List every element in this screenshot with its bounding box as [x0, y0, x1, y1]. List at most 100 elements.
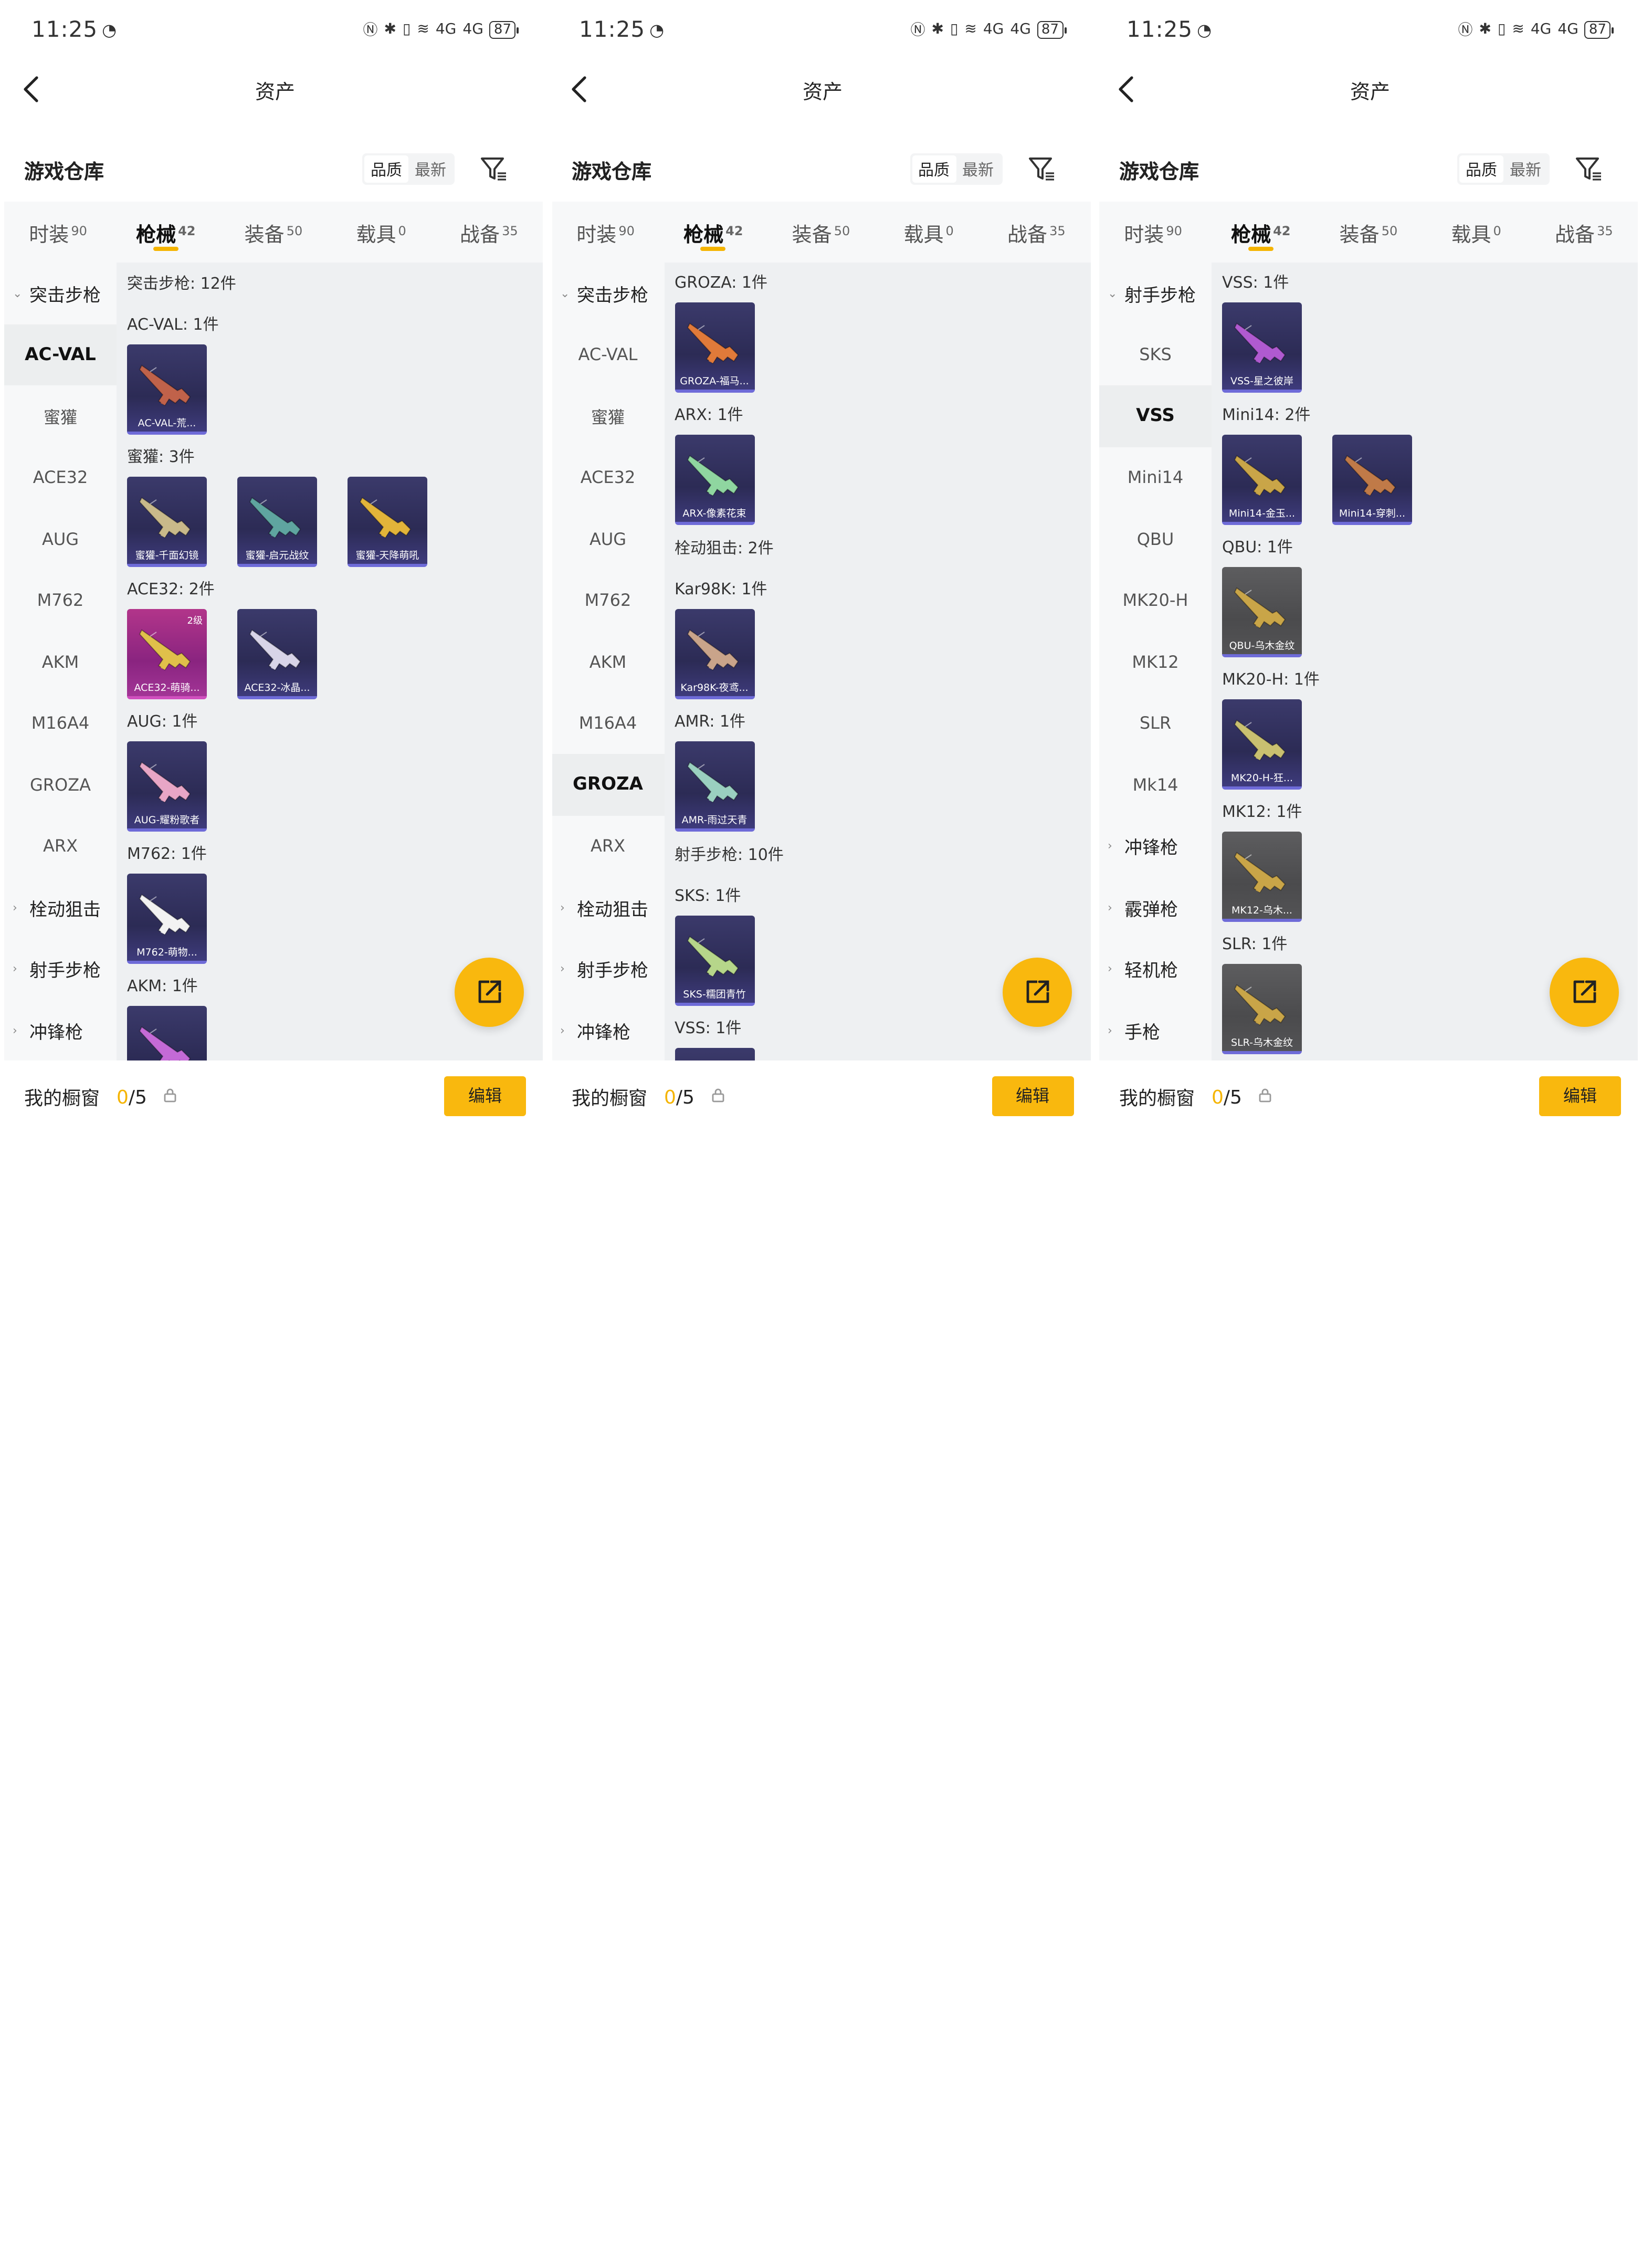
- sidebar-item-label: 射手步枪: [29, 961, 101, 982]
- skin-card[interactable]: Mini14-穿刺...: [1332, 435, 1412, 525]
- sidebar-group[interactable]: ⌄ 突击步枪: [552, 262, 664, 324]
- skin-card[interactable]: AC-VAL-荒...: [127, 344, 207, 435]
- sidebar-item[interactable]: Mini14: [1099, 447, 1212, 508]
- skin-card[interactable]: 2级 ACE32-萌骑...: [127, 609, 207, 699]
- sidebar-item[interactable]: ARX: [552, 815, 664, 877]
- sidebar-item[interactable]: 蜜獾: [552, 385, 664, 447]
- filter-icon[interactable]: [1574, 154, 1603, 184]
- share-button[interactable]: [1002, 958, 1071, 1027]
- sort-latest-button[interactable]: 最新: [1503, 155, 1548, 183]
- sidebar-item[interactable]: AKM: [4, 631, 117, 692]
- sidebar-item-label: M762: [37, 590, 84, 611]
- skin-card[interactable]: QBU-乌木金纹: [1222, 567, 1302, 657]
- skin-card[interactable]: AUG-耀粉歌者: [127, 741, 207, 832]
- sidebar-item[interactable]: AUG: [552, 508, 664, 570]
- tab-0[interactable]: 时装 90: [1099, 202, 1207, 262]
- sort-latest-button[interactable]: 最新: [408, 155, 452, 183]
- tab-2[interactable]: 装备 50: [767, 202, 875, 262]
- filter-icon[interactable]: [1026, 154, 1056, 184]
- showcase-current: 0: [1212, 1086, 1224, 1108]
- status-time: 11:25 ◔: [579, 17, 665, 42]
- sort-quality-button[interactable]: 品质: [1459, 155, 1504, 183]
- sidebar-item[interactable]: SKS: [1099, 324, 1212, 385]
- tab-3[interactable]: 载具 0: [875, 202, 983, 262]
- edit-button[interactable]: 编辑: [1539, 1076, 1621, 1116]
- sidebar-group[interactable]: › 冲锋枪: [1099, 815, 1212, 877]
- sidebar-item[interactable]: QBU: [1099, 508, 1212, 570]
- tab-4[interactable]: 战备 35: [983, 202, 1090, 262]
- sidebar-group[interactable]: › 冲锋枪: [552, 1000, 664, 1060]
- tab-1[interactable]: 枪械 42: [112, 202, 219, 262]
- sidebar-group[interactable]: › 栓动狙击: [552, 877, 664, 938]
- skin-card[interactable]: Kar98K-夜鸢...: [675, 609, 754, 699]
- sidebar-item[interactable]: MK12: [1099, 631, 1212, 692]
- sidebar-group[interactable]: › 射手步枪: [4, 938, 117, 1000]
- tab-4[interactable]: 战备 35: [435, 202, 543, 262]
- sidebar-group[interactable]: › 霰弹枪: [1099, 877, 1212, 938]
- back-arrow-icon[interactable]: [1114, 74, 1145, 105]
- sidebar-item[interactable]: VSS: [1099, 385, 1212, 447]
- sidebar-group[interactable]: ⌄ 射手步枪: [1099, 262, 1212, 324]
- sidebar-item[interactable]: GROZA: [4, 754, 117, 815]
- skin-card[interactable]: SLR-乌木金纹: [1222, 964, 1302, 1054]
- edit-button[interactable]: 编辑: [992, 1076, 1073, 1116]
- skin-card[interactable]: ARX-像素花束: [675, 435, 754, 525]
- filter-icon[interactable]: [479, 154, 508, 184]
- sidebar-item[interactable]: ARX: [4, 815, 117, 877]
- sidebar-item[interactable]: M16A4: [552, 692, 664, 754]
- sidebar-item[interactable]: ACE32: [552, 447, 664, 508]
- skin-card[interactable]: VSS-星之彼岸: [1222, 302, 1302, 393]
- skin-card[interactable]: Mini14-金玉...: [1222, 435, 1302, 525]
- back-arrow-icon[interactable]: [19, 74, 50, 105]
- sidebar-item[interactable]: M16A4: [4, 692, 117, 754]
- skin-card[interactable]: AMR-雨过天青: [675, 741, 754, 832]
- skin-card[interactable]: 蜜獾-天降萌吼: [348, 477, 427, 567]
- sidebar-item[interactable]: AC-VAL: [4, 324, 117, 385]
- sidebar-group[interactable]: › 手枪: [1099, 1000, 1212, 1060]
- sidebar-group[interactable]: › 轻机枪: [1099, 938, 1212, 1000]
- sidebar-group[interactable]: › 冲锋枪: [4, 1000, 117, 1060]
- tab-1[interactable]: 枪械 42: [1207, 202, 1314, 262]
- tab-1[interactable]: 枪械 42: [659, 202, 767, 262]
- edit-button[interactable]: 编辑: [444, 1076, 526, 1116]
- sidebar-item[interactable]: Mk14: [1099, 754, 1212, 815]
- sidebar-group[interactable]: ⌄ 突击步枪: [4, 262, 117, 324]
- skin-card[interactable]: AKM: [127, 1006, 207, 1060]
- sidebar-item[interactable]: M762: [4, 570, 117, 631]
- share-button[interactable]: [455, 958, 524, 1027]
- sidebar-item[interactable]: AC-VAL: [552, 324, 664, 385]
- skin-card[interactable]: ACE32-冰晶...: [237, 609, 317, 699]
- tab-4[interactable]: 战备 35: [1530, 202, 1638, 262]
- skin-row: QBU-乌木金纹: [1222, 567, 1638, 659]
- skin-card[interactable]: 蜜獾-启元战纹: [237, 477, 317, 567]
- sidebar-item[interactable]: AUG: [4, 508, 117, 570]
- vibrate-icon: ▯: [1497, 21, 1506, 38]
- tab-0[interactable]: 时装 90: [552, 202, 659, 262]
- skin-card[interactable]: MK20-H-狂...: [1222, 699, 1302, 790]
- sidebar-item[interactable]: 蜜獾: [4, 385, 117, 447]
- tab-2[interactable]: 装备 50: [219, 202, 327, 262]
- sidebar-item[interactable]: AKM: [552, 631, 664, 692]
- skin-card[interactable]: GROZA-福马...: [675, 302, 754, 393]
- sort-latest-button[interactable]: 最新: [956, 155, 1000, 183]
- tab-3[interactable]: 载具 0: [328, 202, 435, 262]
- sidebar-group[interactable]: › 射手步枪: [552, 938, 664, 1000]
- sidebar-item[interactable]: GROZA: [552, 754, 664, 815]
- sort-quality-button[interactable]: 品质: [364, 155, 409, 183]
- share-button[interactable]: [1550, 958, 1619, 1027]
- tab-2[interactable]: 装备 50: [1314, 202, 1422, 262]
- sidebar-item[interactable]: SLR: [1099, 692, 1212, 754]
- sidebar-item[interactable]: M762: [552, 570, 664, 631]
- tab-3[interactable]: 载具 0: [1423, 202, 1530, 262]
- skin-card[interactable]: 蜜獾-千面幻镜: [127, 477, 207, 567]
- skin-card[interactable]: SKS-糯团青竹: [675, 916, 754, 1006]
- sidebar-item[interactable]: ACE32: [4, 447, 117, 508]
- back-arrow-icon[interactable]: [566, 74, 598, 105]
- tab-0[interactable]: 时装 90: [4, 202, 112, 262]
- skin-card[interactable]: VSS: [675, 1048, 754, 1060]
- sidebar-group[interactable]: › 栓动狙击: [4, 877, 117, 938]
- sidebar-item[interactable]: MK20-H: [1099, 570, 1212, 631]
- skin-card[interactable]: M762-萌物...: [127, 874, 207, 964]
- skin-card[interactable]: MK12-乌木...: [1222, 832, 1302, 922]
- sort-quality-button[interactable]: 品质: [912, 155, 956, 183]
